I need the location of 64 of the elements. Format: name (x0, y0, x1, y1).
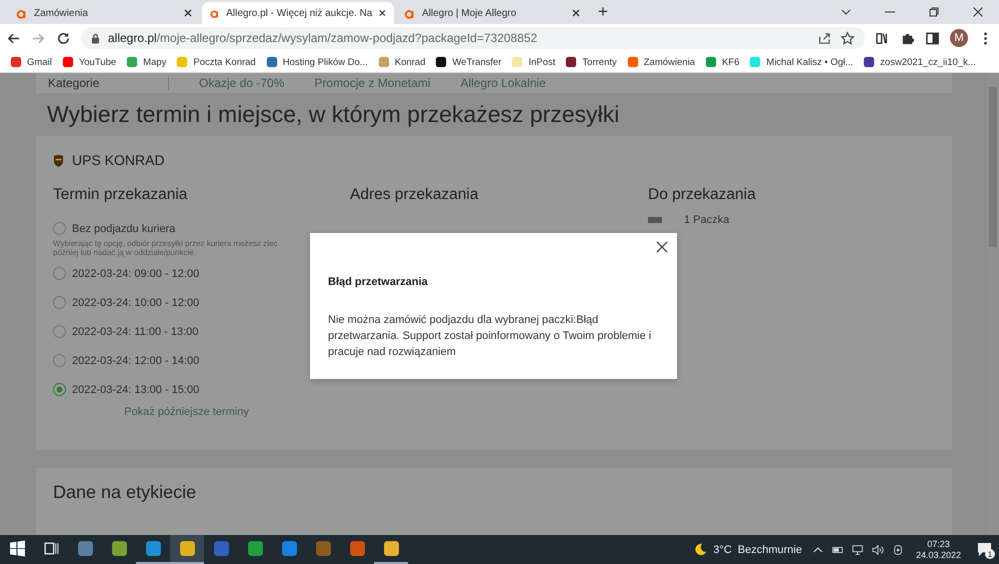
section-heading: Do przekazania (648, 186, 757, 204)
address-bar[interactable]: allegro.pl/moje-allegro/sprzedaz/wysylam/zamow-podjazd?packageId=73208852 (81, 27, 865, 49)
radio-button[interactable] (53, 325, 66, 338)
section-heading: Termin przekazania (53, 186, 188, 204)
carrier-name: UPS KONRAD (72, 152, 165, 168)
bookmark[interactable]: Poczta Konrad (176, 56, 256, 68)
bookmark[interactable]: WeTransfer (435, 56, 502, 68)
bookmark[interactable]: Hosting Plików Do... (266, 56, 368, 68)
weather-text[interactable]: Bezchmurnie (738, 544, 802, 556)
browser-tab[interactable]: Allegro | Moje Allegro (396, 2, 588, 24)
close-icon[interactable] (656, 241, 668, 253)
bookmark[interactable]: Mapy (126, 56, 166, 68)
browser-tab[interactable]: Zamówienia (8, 2, 200, 24)
package-count: 1 Paczka (684, 214, 730, 226)
option-note: później lub nadać ją w oddziale/punkcie. (53, 248, 197, 257)
webcam-icon[interactable] (892, 544, 904, 556)
radio-button[interactable] (53, 383, 66, 396)
radio-button[interactable] (53, 354, 66, 367)
lock-icon (91, 32, 100, 44)
shield-icon (53, 154, 64, 166)
close-icon[interactable] (378, 8, 387, 18)
bookmark[interactable]: Zamówienia (626, 56, 695, 68)
bookmark[interactable]: Gmail (10, 56, 52, 68)
bookmark[interactable]: Konrad (378, 56, 426, 68)
radio-option[interactable]: 2022-03-24: 13:00 - 15:00 (53, 375, 350, 404)
restore-icon[interactable] (928, 6, 940, 18)
category-dropdown[interactable]: Kategorie (48, 76, 169, 90)
section-heading: Adres przekazania (350, 186, 480, 204)
page-title: Wybierz termin i miejsce, w którym przekażesz przesyłki (47, 101, 620, 128)
dialog-title: Błąd przetwarzania (328, 276, 429, 288)
bookmark[interactable]: KF6 (704, 56, 740, 68)
profile-avatar[interactable]: M (950, 29, 968, 47)
close-icon[interactable] (571, 8, 581, 18)
notification-badge: 1 (985, 549, 995, 559)
new-tab-button[interactable]: + (590, 2, 616, 22)
close-icon[interactable] (972, 6, 984, 18)
bookmark[interactable]: Michal Kalisz • Ogł... (749, 56, 854, 68)
windows-icon (8, 540, 26, 557)
star-icon[interactable] (840, 30, 855, 46)
moon-icon (694, 543, 708, 556)
browser-tab[interactable]: Allegro.pl - Więcej niż aukcje. Na (202, 2, 394, 24)
dialog-message: Nie można zamówić podjazdu dla wybranej paczki:Błąd przetwarzania. Support został poinformowany o Twoim problemie i pracuje nad rozwiązaniem (328, 313, 652, 360)
bookmark[interactable]: YouTube (62, 56, 116, 68)
side-panel-icon[interactable] (925, 30, 940, 46)
time: 07:23 (927, 538, 950, 550)
section-heading: Dane na etykiecie (53, 482, 198, 503)
temperature[interactable]: 3°C (713, 544, 732, 556)
close-icon[interactable] (183, 8, 193, 18)
bookmark[interactable]: InPost (511, 56, 556, 68)
bookmark[interactable]: zosw2021_cz_ii10_k... (863, 56, 976, 68)
share-icon[interactable] (817, 30, 832, 46)
date: 24.03.2022 (916, 550, 961, 560)
radio-button[interactable] (53, 267, 66, 280)
network-icon[interactable] (852, 544, 864, 556)
notifications-button[interactable]: 1 (969, 542, 999, 557)
reload-icon[interactable] (56, 30, 71, 46)
radio-button[interactable] (53, 222, 66, 235)
bookmark[interactable]: Torrenty (565, 56, 617, 68)
option-note: Wybierając tę opcję, odbiór przesyłki przez kuriera możesz zlec (53, 239, 278, 248)
speaker-icon[interactable] (872, 544, 884, 556)
package-icon (648, 217, 662, 223)
radio-button[interactable] (53, 296, 66, 309)
task-view-icon (42, 540, 60, 557)
clock[interactable]: 07:23 24.03.2022 (916, 538, 961, 560)
